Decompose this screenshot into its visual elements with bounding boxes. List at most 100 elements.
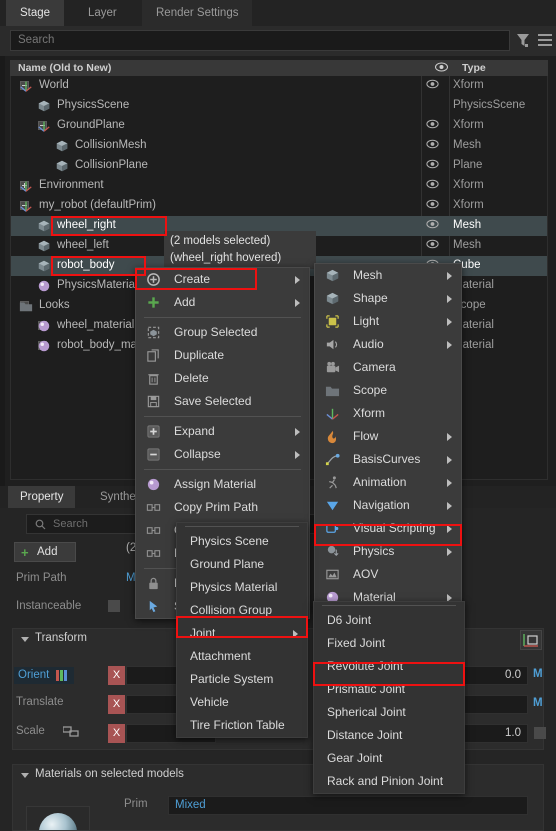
mesh-icon — [37, 239, 51, 253]
visibility-eye-icon[interactable] — [426, 239, 439, 252]
menu-item-gear-joint[interactable]: Gear Joint — [314, 747, 464, 770]
visibility-eye-icon[interactable] — [426, 199, 439, 212]
menu-item-tire-friction-table[interactable]: Tire Friction Table — [177, 714, 307, 737]
menu-item-prismatic-joint[interactable]: Prismatic Joint — [314, 678, 464, 701]
column-header-name[interactable]: Name (Old to New) — [18, 62, 111, 74]
menu-item-label: Animation — [353, 475, 407, 489]
material-prim-field[interactable]: Mixed — [168, 796, 528, 815]
materials-collapse-caret-icon[interactable] — [21, 773, 29, 778]
menu-item-create[interactable]: Create — [136, 268, 309, 291]
tree-row-label: World — [39, 79, 69, 91]
visibility-eye-icon[interactable] — [426, 159, 439, 172]
menu-item-scope[interactable]: Scope — [315, 379, 461, 402]
menu-item-ground-plane[interactable]: Ground Plane — [177, 553, 307, 576]
physics-submenu[interactable]: Physics Scene Ground Plane Physics Materia… — [176, 522, 308, 738]
transform-section-title: Transform — [35, 632, 87, 644]
orient-label: Orient — [18, 669, 50, 681]
menu-item-physics-material[interactable]: Physics Material — [177, 576, 307, 599]
tree-row-type: Mesh — [453, 239, 482, 251]
tree-row-groundplane[interactable]: GroundPlane Xform — [11, 116, 547, 136]
visibility-eye-icon[interactable] — [426, 219, 439, 232]
menu-item-expand[interactable]: Expand — [136, 420, 309, 443]
menu-item-joint[interactable]: Joint — [177, 622, 307, 645]
menu-item-animation[interactable]: Animation — [315, 471, 461, 494]
visibility-eye-icon[interactable] — [426, 139, 439, 152]
menu-item-basiscurves[interactable]: BasisCurves — [315, 448, 461, 471]
instanceable-checkbox[interactable] — [108, 600, 120, 612]
link-icon[interactable] — [62, 726, 79, 737]
menu-item-group-selected[interactable]: Group Selected — [136, 321, 309, 344]
menu-item-d6-joint[interactable]: D6 Joint — [314, 609, 464, 632]
column-header-type[interactable]: Type — [462, 62, 486, 74]
hamburger-menu-icon[interactable] — [538, 34, 552, 47]
menu-item-attachment[interactable]: Attachment — [177, 645, 307, 668]
tab-layer[interactable]: Layer — [74, 0, 131, 26]
menu-item-copy-prim-path[interactable]: Copy Prim Path — [136, 496, 309, 519]
menu-item-visual-scripting[interactable]: Visual Scripting — [315, 517, 461, 540]
tree-row-world[interactable]: World Xform — [11, 76, 547, 96]
group-icon — [146, 325, 161, 340]
stage-search-input[interactable]: Search — [10, 30, 510, 51]
scale-x-axis-button[interactable]: X — [108, 724, 125, 743]
menu-item-revolute-joint[interactable]: Revolute Joint — [314, 655, 464, 678]
xform-icon — [325, 406, 340, 421]
menu-item-spherical-joint[interactable]: Spherical Joint — [314, 701, 464, 724]
tab-property[interactable]: Property — [8, 486, 76, 508]
translate-axis-label: X — [112, 698, 121, 710]
orient-x-axis-button[interactable]: X — [108, 666, 125, 685]
menu-item-light[interactable]: Light — [315, 310, 461, 333]
menu-item-save-selected[interactable]: Save Selected — [136, 390, 309, 413]
menu-item-duplicate[interactable]: Duplicate — [136, 344, 309, 367]
tab-stage[interactable]: Stage — [6, 0, 65, 26]
visibility-eye-icon[interactable] — [426, 179, 439, 192]
tree-row-my_robot[interactable]: my_robot (defaultPrim) Xform — [11, 196, 547, 216]
menu-item-add[interactable]: Add — [136, 291, 309, 314]
menu-item-delete[interactable]: Delete — [136, 367, 309, 390]
mesh-icon — [55, 139, 69, 153]
tab-render-settings[interactable]: Render Settings — [142, 0, 253, 26]
menu-item-navigation[interactable]: Navigation — [315, 494, 461, 517]
menu-item-physics[interactable]: Physics — [315, 540, 461, 563]
scale-lock-checkbox[interactable] — [534, 727, 546, 739]
menu-item-camera[interactable]: Camera — [315, 356, 461, 379]
menu-item-fixed-joint[interactable]: Fixed Joint — [314, 632, 464, 655]
menu-item-mesh[interactable]: Mesh — [315, 264, 461, 287]
joint-submenu[interactable]: D6 Joint Fixed Joint Revolute Joint Prismat… — [313, 601, 465, 794]
menu-item-label: Attachment — [190, 649, 251, 663]
translate-x-axis-button[interactable]: X — [108, 695, 125, 714]
menu-item-distance-joint[interactable]: Distance Joint — [314, 724, 464, 747]
axis-gizmo-icon[interactable] — [520, 630, 542, 650]
menu-item-particle-system[interactable]: Particle System — [177, 668, 307, 691]
visibility-eye-icon[interactable] — [426, 119, 439, 132]
menu-item-rack-and-pinion-joint[interactable]: Rack and Pinion Joint — [314, 770, 464, 793]
tree-row-physicsscene[interactable]: PhysicsScene PhysicsScene — [11, 96, 547, 116]
filter-icon[interactable] — [516, 33, 530, 48]
curves-icon — [325, 452, 340, 467]
menu-item-xform[interactable]: Xform — [315, 402, 461, 425]
menu-item-audio[interactable]: Audio — [315, 333, 461, 356]
menu-item-assign-material[interactable]: Assign Material — [136, 473, 309, 496]
mesh-icon — [37, 99, 51, 113]
tab-layer-label: Layer — [88, 7, 117, 19]
menu-item-vehicle[interactable]: Vehicle — [177, 691, 307, 714]
menu-item-shape[interactable]: Shape — [315, 287, 461, 310]
visibility-eye-icon[interactable] — [426, 79, 439, 92]
orient-mixed-flag[interactable]: M — [533, 668, 543, 680]
tree-row-collisionmesh[interactable]: CollisionMesh Mesh — [11, 136, 547, 156]
add-property-button[interactable]: + Add — [14, 542, 76, 562]
create-submenu[interactable]: Mesh Shape Light Audio Camera Scope Xform Flow B… — [314, 263, 462, 610]
menu-item-label: BasisCurves — [353, 452, 421, 466]
transform-collapse-caret-icon[interactable] — [21, 637, 29, 642]
prim-path-label: Prim Path — [16, 572, 67, 584]
tree-row-environment[interactable]: Environment Xform — [11, 176, 547, 196]
menu-item-aov[interactable]: AOV — [315, 563, 461, 586]
tree-row-label: wheel_material — [57, 319, 135, 331]
menu-separator — [144, 317, 301, 318]
material-thumbnail[interactable] — [26, 806, 90, 831]
menu-item-physics-scene[interactable]: Physics Scene — [177, 530, 307, 553]
menu-item-collapse[interactable]: Collapse — [136, 443, 309, 466]
menu-item-collision-group[interactable]: Collision Group — [177, 599, 307, 622]
tree-row-collisionplane[interactable]: CollisionPlane Plane — [11, 156, 547, 176]
menu-item-flow[interactable]: Flow — [315, 425, 461, 448]
translate-mixed-flag[interactable]: M — [533, 697, 543, 709]
